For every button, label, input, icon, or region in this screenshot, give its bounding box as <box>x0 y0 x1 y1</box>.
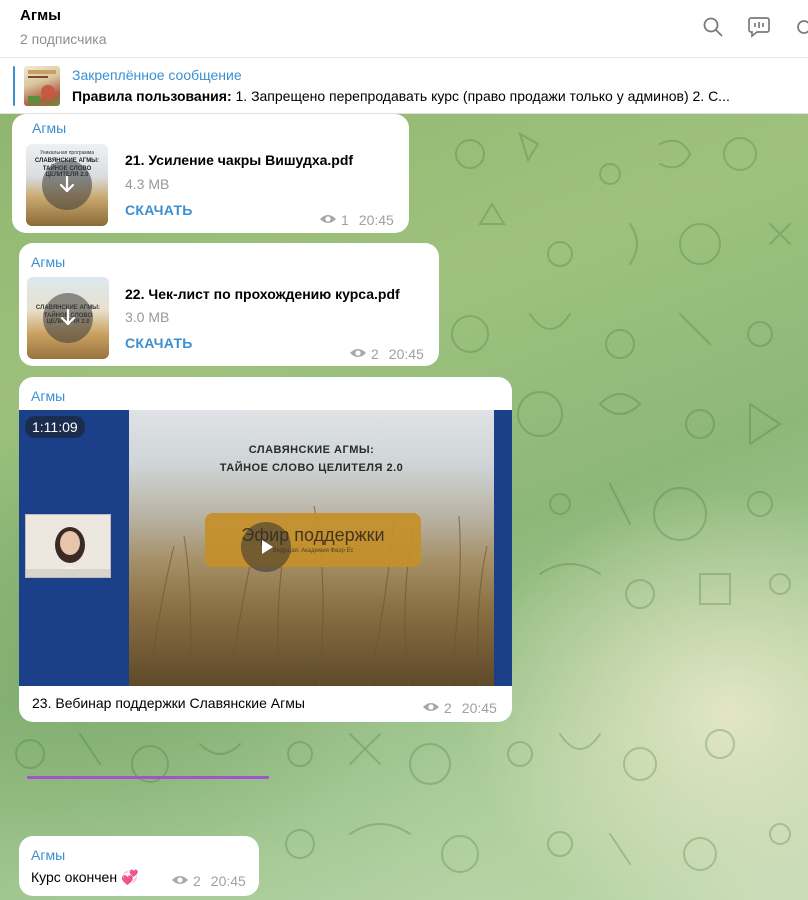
eye-icon <box>349 346 367 362</box>
channel-title[interactable]: Агмы <box>20 7 61 24</box>
message-meta: 1 20:45 <box>319 212 394 228</box>
support-stream-subtitle: Ведущая: Академия Фаэр Ес <box>272 548 354 554</box>
message-meta: 2 20:45 <box>171 873 246 889</box>
message-time: 20:45 <box>461 700 497 716</box>
purple-divider <box>27 776 269 779</box>
more-icon[interactable] <box>792 14 808 40</box>
search-icon[interactable] <box>700 14 726 40</box>
download-button[interactable]: СКАЧАТЬ <box>125 335 193 351</box>
view-count: 2 <box>193 873 201 889</box>
file-name: 21. Усиление чакры Вишудха.pdf <box>125 152 354 168</box>
file-name: 22. Чек-лист по прохождению курса.pdf <box>125 286 400 302</box>
video-title-line2: ТАЙНОЕ СЛОВО ЦЕЛИТЕЛЯ 2.0 <box>219 462 404 474</box>
pinned-bold-prefix: Правила пользования: <box>72 88 232 104</box>
eye-icon <box>319 212 337 228</box>
file-thumbnail[interactable]: Уникальная программа СЛАВЯНСКИЕ АГМЫ: ТА… <box>26 144 108 226</box>
message-text: Курс окончен 💞 <box>31 869 139 885</box>
file-size: 3.0 MB <box>125 309 170 325</box>
pinned-body: 1. Запрещено перепродавать курс (право п… <box>231 88 730 104</box>
video-duration: 1:11:09 <box>25 416 85 438</box>
video-caption: 23. Вебинар поддержки Славянские Агмы <box>32 695 305 711</box>
message-sender[interactable]: Агмы <box>31 388 65 404</box>
support-stream-banner: Эфир поддержки Ведущая: Академия Фаэр Ес <box>205 513 421 567</box>
pinned-accent-bar <box>13 66 15 106</box>
play-icon[interactable] <box>241 522 291 572</box>
view-count: 1 <box>341 212 349 228</box>
video-player[interactable]: 1:11:09 СЛАВЯНСКИЕ АГМЫ: ТАЙНОЕ СЛОВО ЦЕ… <box>19 410 512 686</box>
eye-icon <box>171 873 189 889</box>
message-sender[interactable]: Агмы <box>31 847 65 863</box>
message-sender[interactable]: Агмы <box>31 254 65 270</box>
file-thumbnail[interactable]: СЛАВЯНСКИЕ АГМЫ: ТАЙНОЕ СЛОВО ЦЕЛИТЕЛЯ 2… <box>27 277 109 359</box>
pinned-thumbnail <box>24 66 60 106</box>
pinned-message[interactable]: Закреплённое сообщение Правила пользован… <box>0 58 808 114</box>
download-icon[interactable] <box>43 293 93 343</box>
thumb-caption: Уникальная программа <box>39 150 95 156</box>
view-count: 2 <box>444 700 452 716</box>
pinned-title: Закреплённое сообщение <box>72 67 242 83</box>
download-icon[interactable] <box>42 160 92 210</box>
message-time: 20:45 <box>358 212 394 228</box>
message-meta: 2 20:45 <box>422 700 497 716</box>
video-right-panel <box>494 410 512 686</box>
message-sender[interactable]: Агмы <box>32 120 66 136</box>
subscriber-count: 2 подписчика <box>20 31 107 47</box>
eye-icon <box>422 700 440 716</box>
pinned-text: Правила пользования: 1. Запрещено перепр… <box>72 88 802 104</box>
message-time: 20:45 <box>210 873 246 889</box>
message-time: 20:45 <box>388 346 424 362</box>
file-message[interactable]: Агмы СЛАВЯНСКИЕ АГМЫ: ТАЙНОЕ СЛОВО ЦЕЛИТ… <box>19 243 439 366</box>
download-button[interactable]: СКАЧАТЬ <box>125 202 193 218</box>
webcam-inset <box>25 514 111 578</box>
message-meta: 2 20:45 <box>349 346 424 362</box>
support-stream-title: Эфир поддержки <box>241 525 385 545</box>
file-message[interactable]: Агмы Уникальная программа СЛАВЯНСКИЕ АГМ… <box>12 114 409 233</box>
chat-header: Агмы 2 подписчика <box>0 0 808 58</box>
text-message[interactable]: Агмы Курс окончен 💞 2 20:45 <box>19 836 259 896</box>
view-count: 2 <box>371 346 379 362</box>
file-size: 4.3 MB <box>125 176 170 192</box>
video-title-line1: СЛАВЯНСКИЕ АГМЫ: <box>248 444 375 456</box>
chat-area[interactable]: Агмы Уникальная программа СЛАВЯНСКИЕ АГМ… <box>0 114 808 900</box>
chat-bubble-icon[interactable] <box>746 14 772 40</box>
